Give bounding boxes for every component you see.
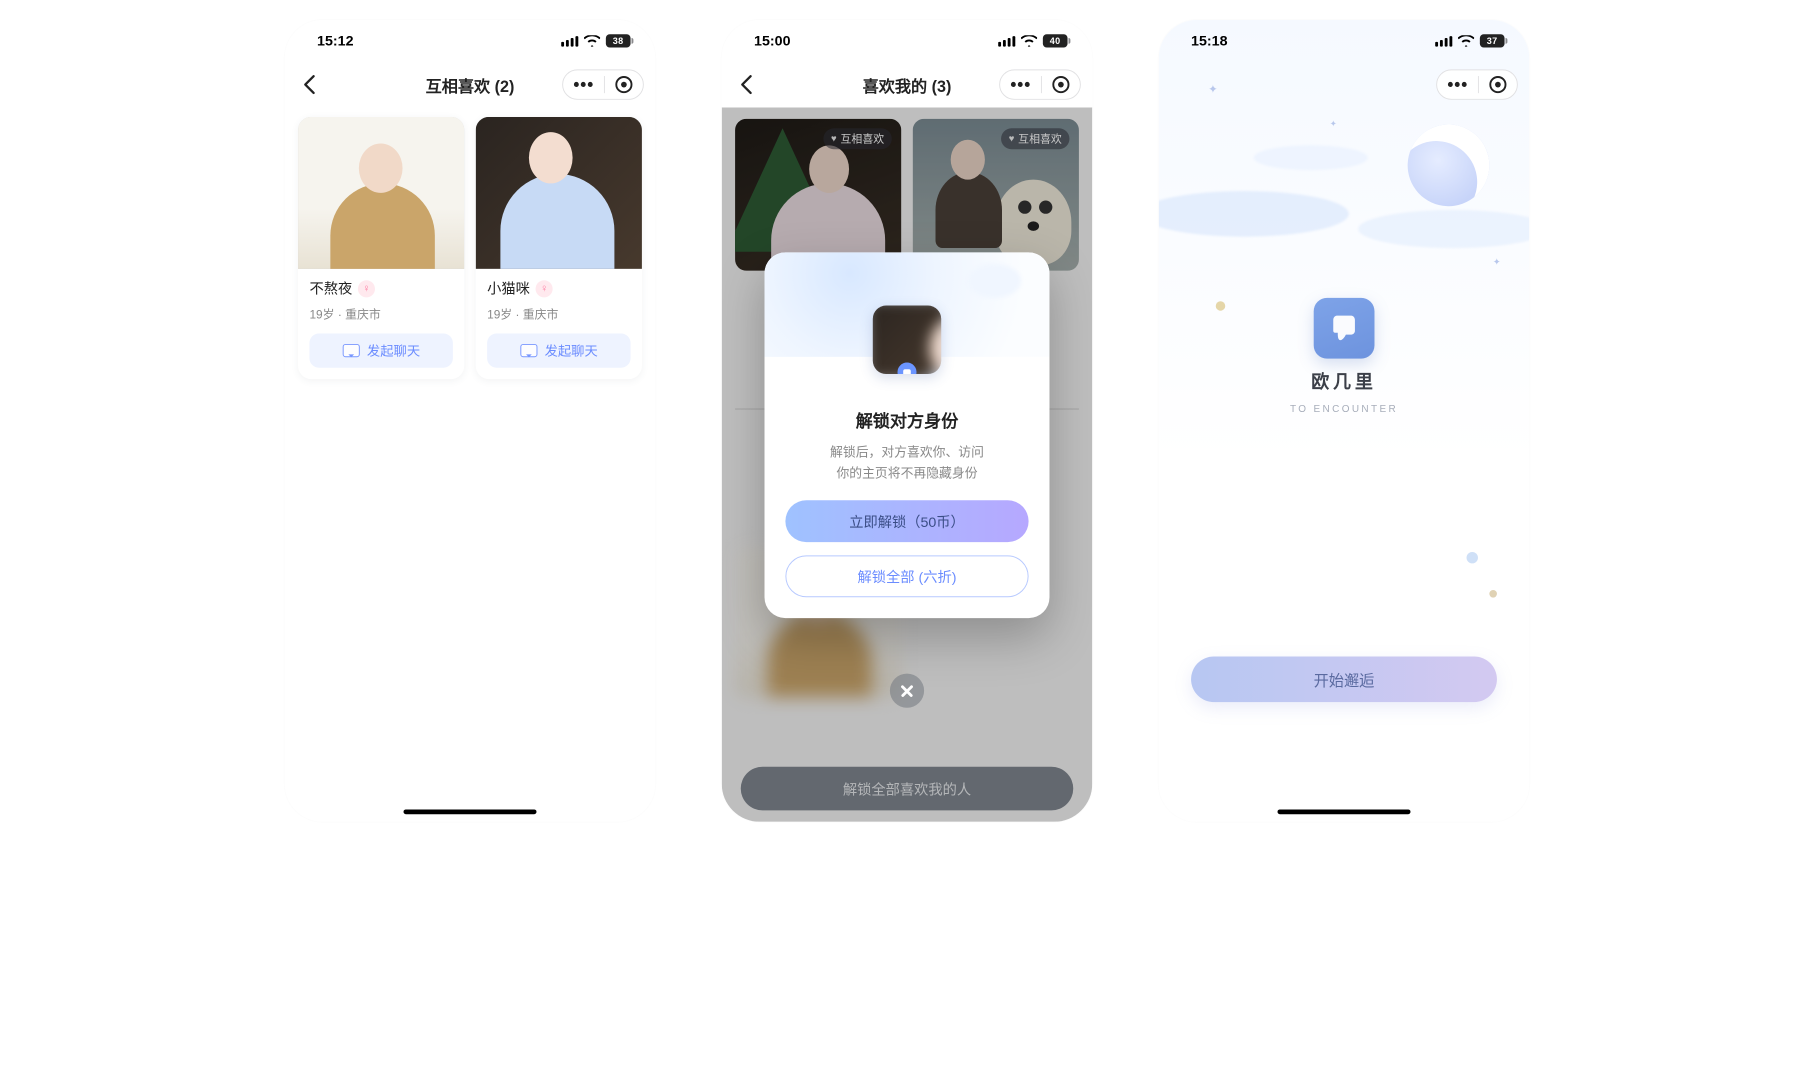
gender-female-icon: ♀ bbox=[358, 280, 375, 297]
close-target-icon[interactable] bbox=[1053, 76, 1070, 93]
nav-bar: 互相喜欢 (2) ••• bbox=[285, 62, 656, 108]
battery-level: 40 bbox=[1050, 36, 1061, 46]
lock-icon bbox=[898, 363, 917, 374]
brand-name-cn: 欧几里 bbox=[1311, 369, 1377, 395]
screen-likes-me: 15:00 40 喜欢我的 (3) ••• 互相喜欢 bbox=[722, 20, 1093, 822]
unlock-all-discount-label: 解锁全部 (六折) bbox=[858, 567, 957, 587]
start-chat-button[interactable]: 发起聊天 bbox=[309, 334, 452, 368]
status-bar: 15:18 37 bbox=[1159, 20, 1530, 62]
match-card[interactable]: 不熬夜 ♀ 19岁 · 重庆市 发起聊天 bbox=[298, 117, 464, 379]
battery-level: 38 bbox=[613, 36, 624, 46]
nav-bar: ••• bbox=[1159, 62, 1530, 108]
screen-mutual-likes: 15:12 38 互相喜欢 (2) ••• bbox=[285, 20, 656, 822]
match-info: 19岁 · 重庆市 bbox=[309, 304, 452, 322]
page-title: 互相喜欢 (2) bbox=[426, 73, 515, 97]
chat-icon bbox=[520, 344, 537, 357]
status-bar: 15:00 40 bbox=[722, 20, 1093, 62]
chat-icon bbox=[342, 344, 359, 357]
start-encounter-button[interactable]: 开始邂逅 bbox=[1191, 657, 1497, 703]
match-name: 不熬夜 bbox=[309, 278, 352, 298]
close-target-icon[interactable] bbox=[1490, 76, 1507, 93]
back-button[interactable] bbox=[735, 73, 758, 96]
unlock-modal: 解锁对方身份 解锁后，对方喜欢你、访问 你的主页将不再隐藏身份 立即解锁（50币… bbox=[765, 252, 1050, 618]
match-info: 19岁 · 重庆市 bbox=[487, 304, 630, 322]
match-photo bbox=[476, 117, 642, 269]
page-title: 喜欢我的 (3) bbox=[863, 73, 952, 97]
gender-female-icon: ♀ bbox=[536, 280, 553, 297]
home-indicator[interactable] bbox=[1278, 809, 1411, 814]
miniapp-capsule[interactable]: ••• bbox=[1436, 69, 1518, 99]
wifi-icon bbox=[1021, 35, 1037, 46]
status-time: 15:18 bbox=[1191, 33, 1227, 49]
cellular-icon bbox=[561, 36, 578, 46]
modal-avatar-locked bbox=[873, 306, 941, 374]
wifi-icon bbox=[584, 35, 600, 46]
moon-icon bbox=[1396, 113, 1501, 218]
battery-icon: 38 bbox=[606, 34, 631, 47]
chat-label: 发起聊天 bbox=[545, 341, 598, 360]
modal-desc: 解锁后，对方喜欢你、访问 你的主页将不再隐藏身份 bbox=[789, 442, 1025, 483]
match-card[interactable]: 小猫咪 ♀ 19岁 · 重庆市 发起聊天 bbox=[476, 117, 642, 379]
nav-bar: 喜欢我的 (3) ••• bbox=[722, 62, 1093, 108]
cellular-icon bbox=[1435, 36, 1452, 46]
cellular-icon bbox=[998, 36, 1015, 46]
back-button[interactable] bbox=[298, 73, 321, 96]
status-bar: 15:12 38 bbox=[285, 20, 656, 62]
start-chat-button[interactable]: 发起聊天 bbox=[487, 334, 630, 368]
modal-close-button[interactable] bbox=[890, 674, 924, 708]
match-name: 小猫咪 bbox=[487, 278, 530, 298]
home-indicator[interactable] bbox=[404, 809, 537, 814]
battery-level: 37 bbox=[1487, 36, 1498, 46]
battery-icon: 37 bbox=[1480, 34, 1505, 47]
modal-title: 解锁对方身份 bbox=[765, 408, 1050, 433]
match-grid: 不熬夜 ♀ 19岁 · 重庆市 发起聊天 小猫咪 bbox=[285, 107, 656, 388]
chat-label: 发起聊天 bbox=[367, 341, 420, 360]
match-photo bbox=[298, 117, 464, 269]
start-encounter-label: 开始邂逅 bbox=[1314, 668, 1375, 691]
brand-name-en: TO ENCOUNTER bbox=[1290, 404, 1398, 415]
status-time: 15:12 bbox=[317, 33, 353, 49]
unlock-now-button[interactable]: 立即解锁（50币） bbox=[785, 500, 1028, 542]
close-target-icon[interactable] bbox=[616, 76, 633, 93]
unlock-all-discount-button[interactable]: 解锁全部 (六折) bbox=[785, 556, 1028, 598]
status-time: 15:00 bbox=[754, 33, 790, 49]
screen-landing: ✦ ✦ ✦ 15:18 37 ••• bbox=[1159, 20, 1530, 822]
wifi-icon bbox=[1458, 35, 1474, 46]
unlock-now-label: 立即解锁（50币） bbox=[849, 511, 965, 531]
battery-icon: 40 bbox=[1043, 34, 1068, 47]
brand-block: 欧几里 TO ENCOUNTER bbox=[1290, 298, 1398, 415]
miniapp-capsule[interactable]: ••• bbox=[999, 69, 1081, 99]
app-logo bbox=[1314, 298, 1375, 359]
miniapp-capsule[interactable]: ••• bbox=[562, 69, 644, 99]
